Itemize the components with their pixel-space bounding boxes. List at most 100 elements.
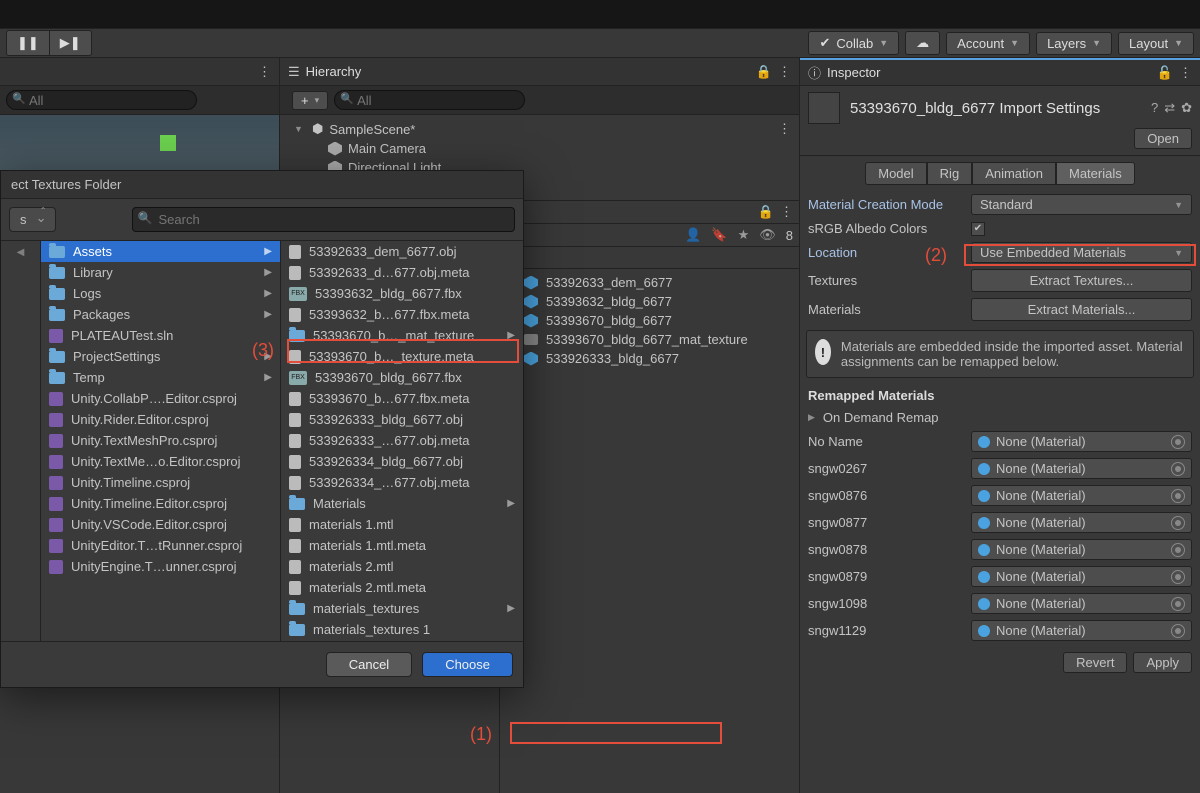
project-asset[interactable]: 53392633_dem_6677 [504, 273, 795, 292]
picker-row[interactable]: 53392633_dem_6677.obj [281, 241, 523, 262]
picker-row[interactable]: PLATEAUTest.sln [41, 325, 280, 346]
inspector-subtab[interactable]: Materials [1056, 162, 1135, 185]
picker-row[interactable]: FBX53393632_bldg_6677.fbx [281, 283, 523, 304]
picker-row[interactable]: Unity.TextMeshPro.csproj [41, 430, 280, 451]
scene-row[interactable]: ▼ ⬢ SampleScene* ⋮ [280, 119, 799, 139]
picker-row[interactable]: 533926333_…677.obj.meta [281, 430, 523, 451]
srgb-checkbox[interactable]: ✔ [971, 222, 985, 236]
extract-textures-button[interactable]: Extract Textures... [971, 269, 1192, 292]
picker-row[interactable]: Assets▶ [41, 241, 280, 262]
picker-row[interactable]: Logs▶ [41, 283, 280, 304]
picker-row[interactable]: 533926334_…677.obj.meta [281, 472, 523, 493]
picker-row[interactable]: materials 2.mtl [281, 556, 523, 577]
menu-icon[interactable]: ⋮ [258, 64, 271, 80]
picker-row[interactable]: Unity.Rider.Editor.csproj [41, 409, 280, 430]
label-icon[interactable]: 🔖 [711, 227, 727, 243]
object-picker-icon[interactable] [1171, 435, 1185, 449]
picker-row[interactable]: 53393670_b…677.fbx.meta [281, 388, 523, 409]
scene-search-input[interactable] [6, 90, 197, 110]
object-picker-icon[interactable] [1171, 516, 1185, 530]
picker-row[interactable]: Unity.Timeline.Editor.csproj [41, 493, 280, 514]
picker-row[interactable]: materials_textures▶ [281, 598, 523, 619]
picker-row[interactable]: Unity.Timeline.csproj [41, 472, 280, 493]
picker-select[interactable]: s [9, 207, 56, 232]
picker-row[interactable]: Library▶ [41, 262, 280, 283]
choose-button[interactable]: Choose [422, 652, 513, 677]
picker-row[interactable]: materials 1.mtl [281, 514, 523, 535]
help-icon[interactable]: ? [1151, 100, 1158, 116]
material-creation-mode-dropdown[interactable]: Standard▼ [971, 194, 1192, 215]
picker-row[interactable]: FBX53393670_bldg_6677.fbx [281, 367, 523, 388]
lock-icon[interactable]: 🔒 [756, 64, 772, 80]
picker-row[interactable]: Packages▶ [41, 304, 280, 325]
object-picker-icon[interactable] [1171, 543, 1185, 557]
picker-row[interactable]: materials_textures 1 [281, 619, 523, 640]
project-asset[interactable]: 533926333_bldg_6677 [504, 349, 795, 368]
location-dropdown[interactable]: Use Embedded Materials▼ [971, 242, 1192, 263]
preset-icon[interactable]: ⇄ [1164, 100, 1175, 116]
material-slot[interactable]: None (Material) [971, 485, 1192, 506]
picker-row[interactable]: UnityEngine.T…unner.csproj [41, 556, 280, 577]
picker-row[interactable]: ProjectSettings▶ [41, 346, 280, 367]
hierarchy-item[interactable]: Main Camera [280, 139, 799, 158]
axis-y[interactable] [160, 135, 176, 151]
settings-icon[interactable]: ✿ [1181, 100, 1192, 116]
hidden-icon[interactable]: 👁 [759, 227, 776, 243]
picker-row[interactable]: Temp▶ [41, 367, 280, 388]
inspector-subtab[interactable]: Model [865, 162, 926, 185]
lock-icon[interactable]: 🔓 [1157, 65, 1173, 81]
material-slot[interactable]: None (Material) [971, 620, 1192, 641]
project-asset[interactable]: 53393632_bldg_6677 [504, 292, 795, 311]
material-slot[interactable]: None (Material) [971, 593, 1192, 614]
favorite-icon[interactable]: ★ [738, 227, 750, 243]
picker-row[interactable]: Unity.VSCode.Editor.csproj [41, 514, 280, 535]
object-picker-icon[interactable] [1171, 489, 1185, 503]
picker-row[interactable]: materials 2.mtl.meta [281, 577, 523, 598]
menu-icon[interactable]: ⋮ [1179, 65, 1192, 81]
collab-dropdown[interactable]: ✔ Collab ▼ [808, 31, 899, 55]
material-slot[interactable]: None (Material) [971, 566, 1192, 587]
back-icon[interactable]: ◀ [17, 247, 25, 258]
material-slot[interactable]: None (Material) [971, 512, 1192, 533]
object-picker-icon[interactable] [1171, 597, 1185, 611]
object-picker-icon[interactable] [1171, 570, 1185, 584]
create-dropdown[interactable]: + ▾ [292, 91, 328, 110]
apply-button[interactable]: Apply [1133, 652, 1192, 673]
picker-row[interactable]: 53392633_d…677.obj.meta [281, 262, 523, 283]
pause-button[interactable]: ❚❚ [6, 30, 50, 56]
object-picker-icon[interactable] [1171, 462, 1185, 476]
project-asset[interactable]: 53393670_bldg_6677_mat_texture [504, 330, 795, 349]
material-slot[interactable]: None (Material) [971, 431, 1192, 452]
picker-search-input[interactable] [132, 207, 516, 232]
picker-row[interactable]: 53393670_b…_texture.meta [281, 346, 523, 367]
picker-row[interactable]: 533926334_bldg_6677.obj [281, 451, 523, 472]
inspector-subtab[interactable]: Rig [927, 162, 973, 185]
picker-row[interactable]: UnityEditor.T…tRunner.csproj [41, 535, 280, 556]
menu-icon[interactable]: ⋮ [778, 64, 791, 80]
layers-dropdown[interactable]: Layers ▼ [1036, 32, 1112, 55]
cloud-button[interactable]: ☁ [905, 31, 940, 55]
lock-icon[interactable]: 🔒 [758, 204, 774, 220]
picker-row[interactable]: 533926333_bldg_6677.obj [281, 409, 523, 430]
object-picker-icon[interactable] [1171, 624, 1185, 638]
open-button[interactable]: Open [1134, 128, 1192, 149]
picker-row[interactable]: 53393632_b…677.fbx.meta [281, 304, 523, 325]
picker-row[interactable]: materials 1.mtl.meta [281, 535, 523, 556]
project-asset[interactable]: 53393670_bldg_6677 [504, 311, 795, 330]
filter-icon[interactable]: 👤 [685, 227, 701, 243]
menu-icon[interactable]: ⋮ [780, 204, 793, 220]
extract-materials-button[interactable]: Extract Materials... [971, 298, 1192, 321]
on-demand-remap-row[interactable]: ▶ On Demand Remap [800, 407, 1200, 428]
picker-row[interactable]: Unity.CollabP….Editor.csproj [41, 388, 280, 409]
menu-icon[interactable]: ⋮ [778, 121, 791, 137]
picker-row[interactable]: Unity.TextMe…o.Editor.csproj [41, 451, 280, 472]
cancel-button[interactable]: Cancel [326, 652, 412, 677]
account-dropdown[interactable]: Account ▼ [946, 32, 1030, 55]
layout-dropdown[interactable]: Layout ▼ [1118, 32, 1194, 55]
hierarchy-search-input[interactable] [334, 90, 525, 110]
picker-row[interactable]: Materials▶ [281, 493, 523, 514]
inspector-subtab[interactable]: Animation [972, 162, 1056, 185]
picker-row[interactable]: 53393670_b…_mat_texture▶ [281, 325, 523, 346]
material-slot[interactable]: None (Material) [971, 458, 1192, 479]
step-button[interactable]: ▶❚ [50, 30, 92, 56]
